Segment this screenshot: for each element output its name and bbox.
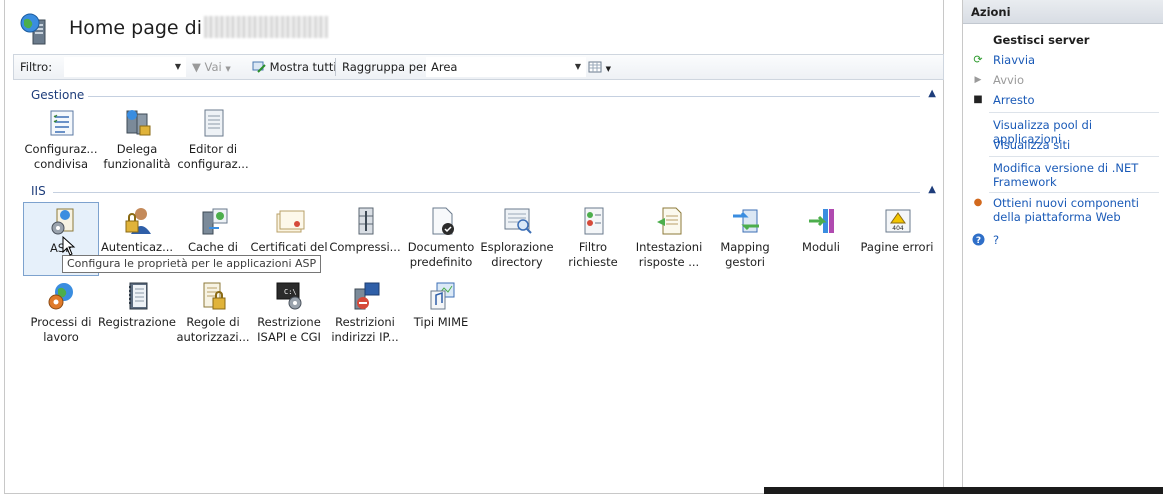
- stop-icon: ■: [973, 94, 983, 105]
- feature-error-pages[interactable]: 404 Pagine errori: [859, 202, 935, 276]
- certificate-icon: [276, 210, 305, 233]
- toolbar-separator: [335, 58, 336, 76]
- actions-separator: [989, 112, 1159, 113]
- svg-text:404: 404: [892, 225, 904, 232]
- feature-default-document[interactable]: Documento predefinito: [403, 202, 479, 276]
- compression-icon: [358, 207, 374, 235]
- help-icon: ?: [972, 233, 985, 247]
- page-header: Home page di: [5, 0, 945, 52]
- web-platform-icon: ●: [973, 197, 983, 208]
- funnel-icon: ▼: [192, 60, 201, 74]
- chevron-up-icon[interactable]: ▲: [928, 184, 936, 195]
- features-view-panel: Home page di Filtro: ▼ ▼ Vai ▼ Mostra tu…: [4, 0, 944, 494]
- directory-browsing-icon: [504, 208, 532, 234]
- modules-icon: [809, 209, 834, 233]
- ip-restrictions-icon: [354, 282, 380, 310]
- go-button[interactable]: ▼ Vai ▼: [192, 55, 231, 79]
- filter-input[interactable]: ▼: [64, 57, 186, 77]
- chevron-down-icon: ▼: [574, 62, 581, 71]
- asp-tooltip: Configura le proprietà per le applicazio…: [62, 255, 322, 273]
- show-all-button[interactable]: Mostra tutti: [252, 55, 337, 79]
- chevron-up-icon[interactable]: ▲: [928, 88, 936, 99]
- server-globe-icon: [20, 13, 46, 45]
- feature-isapi-cgi-restrictions[interactable]: C:\ Restrizione ISAPI e CGI: [251, 277, 327, 351]
- show-all-icon: [252, 61, 266, 73]
- feature-ip-restrictions[interactable]: Restrizioni indirizzi IP...: [327, 277, 403, 351]
- view-grid-icon: [588, 61, 602, 73]
- delegation-icon: [126, 110, 151, 136]
- chevron-down-icon: ▼: [174, 62, 181, 71]
- panel-splitter[interactable]: [944, 0, 962, 494]
- mime-types-icon: [430, 282, 455, 310]
- actions-separator: [989, 192, 1159, 193]
- svg-text:C:\: C:\: [284, 288, 297, 296]
- taskbar-edge: [764, 487, 1163, 494]
- view-mode-button[interactable]: ▼: [588, 55, 611, 79]
- play-icon: ▶: [974, 75, 982, 85]
- shared-config-icon: [50, 110, 74, 136]
- mouse-cursor-icon: [62, 236, 76, 256]
- config-editor-icon: [204, 109, 224, 137]
- feature-compression[interactable]: Compressi...: [327, 202, 403, 276]
- restart-icon: ⟳: [973, 53, 983, 66]
- feature-shared-configuration[interactable]: Configuraz... condivisa: [23, 104, 99, 178]
- feature-worker-processes[interactable]: Processi di lavoro: [23, 277, 99, 351]
- feature-http-response-headers[interactable]: Intestazioni risposte ...: [631, 202, 707, 276]
- authorization-rules-icon: [203, 282, 226, 310]
- group-name: Gestione: [31, 88, 89, 102]
- authentication-icon: [125, 208, 151, 234]
- feature-delegation[interactable]: Delega funzionalità: [99, 104, 175, 178]
- feature-authorization-rules[interactable]: Regole di autorizzazi...: [175, 277, 251, 351]
- cache-icon: [202, 208, 228, 235]
- chevron-down-icon: ▼: [225, 65, 231, 73]
- filter-toolbar: Filtro: ▼ ▼ Vai ▼ Mostra tutti Raggruppa…: [13, 54, 944, 80]
- feature-mime-types[interactable]: Tipi MIME: [403, 277, 479, 351]
- feature-configuration-editor[interactable]: Editor di configuraz...: [175, 104, 251, 178]
- response-headers-icon: [657, 207, 682, 235]
- svg-text:?: ?: [976, 236, 981, 246]
- worker-processes-icon: [48, 283, 73, 310]
- feature-directory-browsing[interactable]: Esplorazione directory: [479, 202, 555, 276]
- page-title-text: Home page di: [69, 17, 202, 39]
- group-header-iis[interactable]: IIS ▲: [13, 182, 944, 200]
- isapi-cgi-icon: C:\: [276, 282, 302, 310]
- request-filtering-icon: [584, 207, 604, 235]
- actions-separator: [989, 156, 1159, 157]
- error-pages-icon: 404: [885, 209, 911, 233]
- group-divider: [53, 192, 920, 193]
- group-divider: [87, 96, 920, 97]
- feature-logging[interactable]: Registrazione: [98, 277, 176, 351]
- feature-modules[interactable]: Moduli: [783, 202, 859, 276]
- groupby-label: Raggruppa per:: [342, 60, 432, 74]
- asp-icon: [51, 208, 74, 235]
- chevron-down-icon: ▼: [605, 65, 612, 73]
- group-name: IIS: [31, 184, 50, 198]
- default-document-icon: [432, 207, 454, 235]
- page-title: Home page di: [69, 16, 328, 39]
- group-header-gestione[interactable]: Gestione ▲: [13, 86, 944, 104]
- handler-mappings-icon: [733, 209, 759, 233]
- logging-icon: [129, 282, 148, 310]
- feature-handler-mappings[interactable]: Mapping gestori: [707, 202, 783, 276]
- filter-label: Filtro:: [20, 60, 53, 74]
- actions-title: Azioni: [963, 0, 1163, 24]
- groupby-select[interactable]: Area ▼: [426, 57, 586, 77]
- actions-panel: Azioni Gestisci server ⟳ Riavvia ▶ Avvio…: [962, 0, 1163, 494]
- feature-request-filtering[interactable]: Filtro richieste: [555, 202, 631, 276]
- redacted-server-name: [203, 16, 328, 38]
